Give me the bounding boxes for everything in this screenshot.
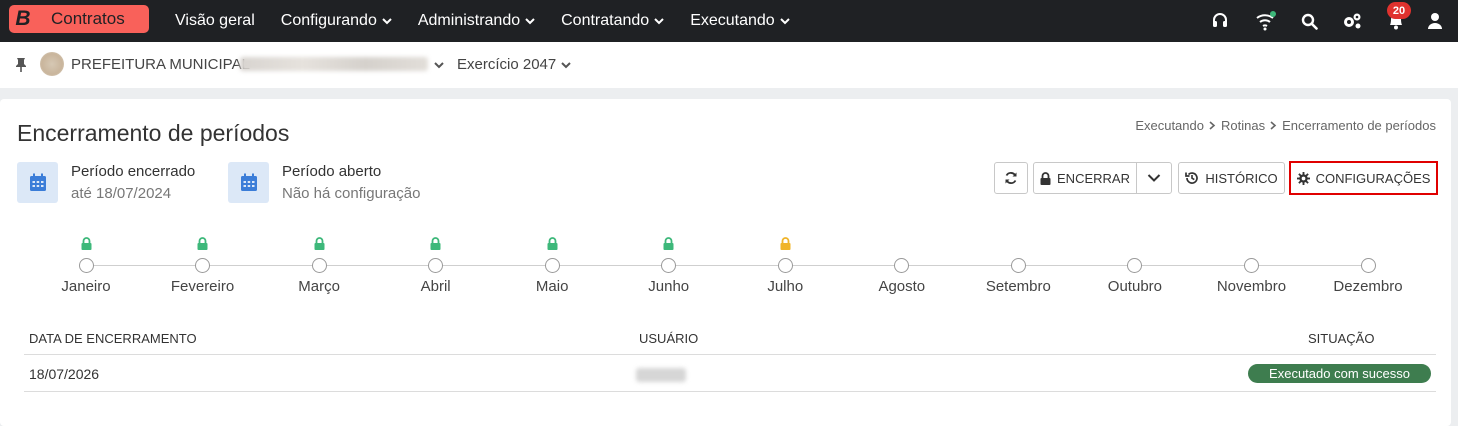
nav-item-executando[interactable]: Executando: [690, 12, 790, 30]
breadcrumb-item: Encerramento de períodos: [1282, 118, 1436, 133]
organization-crest: [40, 52, 64, 76]
notification-badge: 20: [1387, 2, 1411, 19]
lock-icon: [663, 237, 674, 250]
settings-button[interactable]: CONFIGURAÇÕES: [1289, 161, 1438, 195]
timeline-month-marker[interactable]: [777, 258, 793, 273]
nav-item-visao-geral[interactable]: Visão geral: [175, 12, 255, 30]
main-card: [0, 99, 1451, 426]
main-nav: Visão geral Configurando Administrando C…: [175, 0, 816, 42]
exercise-selector[interactable]: Exercício 2047: [457, 56, 571, 73]
closed-period-title: Período encerrado: [71, 163, 196, 180]
table-header-divider: [24, 354, 1436, 355]
organization-name[interactable]: PREFEITURA MUNICIPAL: [71, 56, 250, 73]
chevron-right-icon: [1209, 121, 1216, 130]
close-period-dropdown[interactable]: [1136, 162, 1172, 194]
column-header-date: DATA DE ENCERRAMENTO: [29, 331, 197, 346]
timeline-track: [86, 265, 1368, 266]
nav-item-label: Executando: [690, 12, 775, 29]
timeline-month-marker[interactable]: [1360, 258, 1376, 273]
column-header-user: USUÁRIO: [639, 331, 699, 346]
wifi-icon[interactable]: [1255, 10, 1277, 32]
nav-item-label: Configurando: [280, 12, 377, 29]
closed-period-date: até 18/07/2024: [71, 185, 172, 202]
timeline-month-marker[interactable]: [1243, 258, 1259, 273]
timeline-month-label: Outubro: [1107, 278, 1162, 295]
refresh-button[interactable]: [994, 162, 1028, 194]
timeline-month-marker[interactable]: [1010, 258, 1026, 273]
gear-icon: [1296, 171, 1310, 185]
timeline-month-marker[interactable]: [195, 258, 211, 273]
search-icon[interactable]: [1298, 10, 1320, 32]
nav-item-label: Contratando: [561, 12, 650, 29]
timeline-month-label: Agosto: [878, 278, 926, 295]
refresh-icon: [1005, 172, 1017, 184]
nav-item-configurando[interactable]: Configurando: [281, 12, 392, 30]
headset-icon[interactable]: [1209, 10, 1231, 32]
breadcrumb-item[interactable]: Executando: [1135, 118, 1204, 133]
pin-icon[interactable]: [14, 57, 28, 73]
gears-icon[interactable]: [1341, 10, 1363, 32]
history-button[interactable]: HISTÓRICO: [1178, 162, 1285, 194]
timeline-month-marker[interactable]: [311, 258, 327, 273]
user-icon[interactable]: [1424, 10, 1446, 32]
brand-letter: B: [15, 7, 31, 30]
breadcrumb-item[interactable]: Rotinas: [1221, 118, 1265, 133]
chevron-down-icon: [525, 18, 535, 25]
open-period-title: Período aberto: [282, 163, 382, 180]
user-cell-redacted: [636, 368, 686, 382]
history-label: HISTÓRICO: [1205, 170, 1278, 186]
timeline-month-label: Março: [298, 278, 340, 295]
column-header-status: SITUAÇÃO: [1308, 331, 1375, 346]
nav-item-contratando[interactable]: Contratando: [561, 12, 664, 30]
organization-name-redacted: [240, 57, 428, 71]
settings-label: CONFIGURAÇÕES: [1315, 170, 1431, 186]
timeline-month-label: Abril: [420, 278, 451, 295]
brand-logo[interactable]: B Contratos: [9, 5, 149, 33]
lock-icon: [547, 237, 558, 250]
lock-icon: [430, 237, 441, 250]
top-navbar: B Contratos Visão geral Configurando Adm…: [0, 0, 1458, 42]
close-period-label: ENCERRAR: [1057, 170, 1130, 186]
nav-item-label: Visão geral: [175, 12, 255, 29]
chevron-down-icon: [779, 18, 790, 25]
nav-item-label: Administrando: [417, 12, 521, 29]
open-period-status: Não há configuração: [282, 185, 421, 202]
table-row-divider: [24, 391, 1436, 392]
nav-item-administrando[interactable]: Administrando: [418, 12, 535, 30]
lock-icon: [1040, 171, 1051, 185]
timeline-month-label: Julho: [767, 278, 804, 295]
chevron-right-icon: [1270, 121, 1277, 130]
timeline-month-marker[interactable]: [544, 258, 560, 273]
timeline-month-label: Dezembro: [1333, 278, 1403, 295]
history-icon: [1185, 172, 1199, 184]
chevron-down-icon: [561, 61, 571, 68]
timeline-month-label: Maio: [535, 278, 569, 295]
chevron-down-icon: [654, 18, 664, 25]
lock-icon: [780, 237, 791, 250]
calendar-icon: [17, 162, 58, 203]
close-period-button[interactable]: ENCERRAR: [1033, 162, 1137, 194]
lock-icon: [197, 237, 208, 250]
calendar-icon: [228, 162, 269, 203]
timeline-month-label: Janeiro: [61, 278, 111, 295]
timeline-month-marker[interactable]: [78, 258, 94, 273]
timeline-month-label: Fevereiro: [170, 278, 235, 295]
timeline-month-label: Setembro: [985, 278, 1051, 295]
timeline-month-label: Novembro: [1216, 278, 1287, 295]
exercise-label: Exercício 2047: [457, 56, 557, 73]
closing-date-cell: 18/07/2026: [29, 366, 100, 382]
chevron-down-icon: [1147, 174, 1161, 182]
chevron-down-icon: [382, 18, 392, 25]
timeline-month-label: Junho: [648, 278, 690, 295]
breadcrumb: Executando Rotinas Encerramento de perío…: [1135, 118, 1436, 133]
status-badge: Executado com sucesso: [1248, 364, 1431, 383]
lock-icon: [314, 237, 325, 250]
lock-icon: [81, 237, 91, 250]
chevron-down-icon[interactable]: [434, 60, 444, 70]
brand-name: Contratos: [51, 9, 125, 28]
page-title: Encerramento de períodos: [17, 120, 290, 146]
